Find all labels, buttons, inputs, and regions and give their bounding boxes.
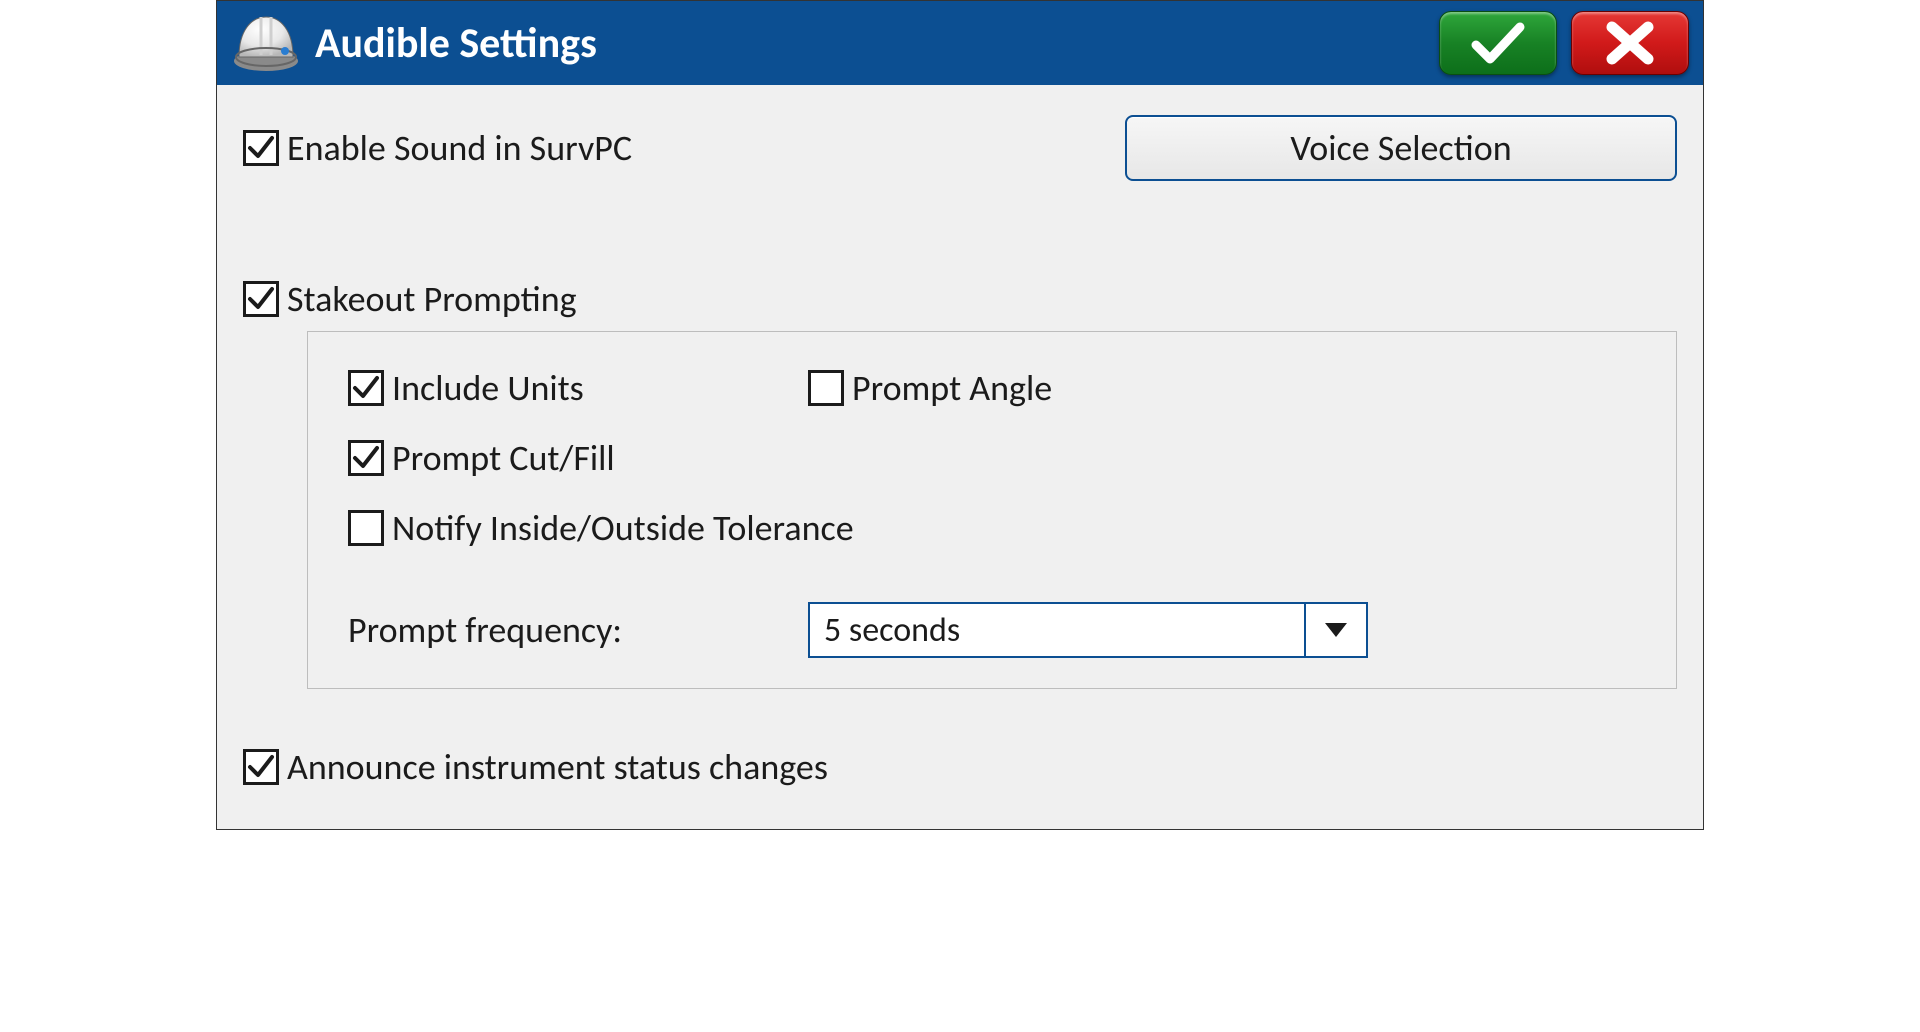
check-icon [352,374,380,402]
notify-tolerance-label: Notify Inside/Outside Tolerance [392,506,854,550]
hardhat-icon [231,11,301,75]
announce-status-label: Announce instrument status changes [287,745,828,789]
check-icon [1470,19,1526,67]
prompt-angle-checkbox[interactable] [808,370,844,406]
stakeout-group: Include Units Prompt Angle Prompt Cut/Fi… [307,331,1677,689]
stakeout-prompting-checkbox[interactable] [243,281,279,317]
prompt-angle-label: Prompt Angle [852,366,1052,410]
announce-status-checkbox[interactable] [243,749,279,785]
include-units-checkbox[interactable] [348,370,384,406]
page-title: Audible Settings [315,18,1425,69]
check-icon [247,753,275,781]
stakeout-prompting-label: Stakeout Prompting [287,277,577,321]
voice-selection-button[interactable]: Voice Selection [1125,115,1677,181]
prompt-frequency-dropdown[interactable]: 5 seconds [808,602,1368,658]
voice-selection-label: Voice Selection [1290,126,1511,170]
check-icon [247,285,275,313]
prompt-frequency-label: Prompt frequency: [348,582,808,652]
dialog-body: Enable Sound in SurvPC Voice Selection S… [217,85,1703,829]
prompt-cutfill-label: Prompt Cut/Fill [392,436,615,480]
enable-sound-checkbox[interactable] [243,130,279,166]
prompt-cutfill-checkbox[interactable] [348,440,384,476]
chevron-down-icon [1304,604,1366,656]
check-icon [247,134,275,162]
prompt-frequency-value: 5 seconds [810,610,1304,651]
include-units-label: Include Units [392,366,584,410]
enable-sound-label: Enable Sound in SurvPC [287,126,632,170]
cancel-button[interactable] [1571,11,1689,75]
check-icon [352,444,380,472]
titlebar: Audible Settings [217,1,1703,85]
notify-tolerance-checkbox[interactable] [348,510,384,546]
audible-settings-window: Audible Settings Enable Sound in SurvPC … [216,0,1704,830]
ok-button[interactable] [1439,11,1557,75]
close-icon [1602,19,1658,67]
